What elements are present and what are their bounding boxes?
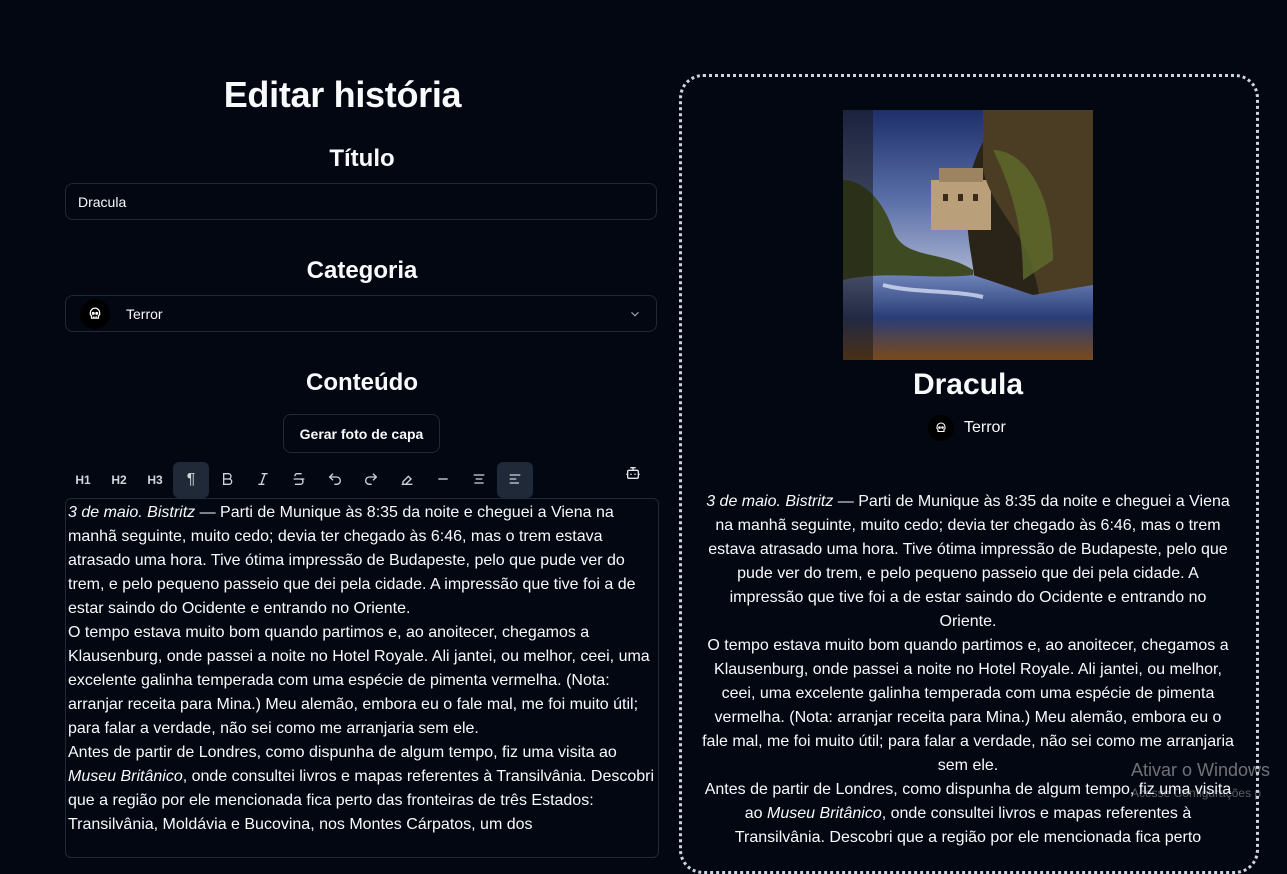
category-selected-label: Terror: [126, 306, 163, 322]
activation-watermark: Ativar o Windows: [1131, 760, 1271, 780]
redo-icon: [363, 471, 379, 490]
editor-paragraph-2: O tempo estava muito bom quando partimos…: [68, 624, 650, 737]
align-center-button[interactable]: [461, 462, 497, 498]
editor-paragraph-1: 3 de maio. Bistritz — Parti de Munique à…: [68, 501, 656, 621]
undo-button[interactable]: [317, 462, 353, 498]
title-label: Título: [329, 145, 395, 172]
redo-button[interactable]: [353, 462, 389, 498]
paragraph-icon: ¶: [186, 471, 196, 488]
heading3-button[interactable]: H3: [137, 462, 173, 498]
align-center-icon: [471, 471, 487, 490]
preview-category: Terror: [928, 414, 1006, 442]
skull-icon: [928, 415, 954, 441]
clear-format-icon: [399, 471, 415, 490]
category-select[interactable]: Terror: [65, 295, 657, 332]
heading1-button[interactable]: H1: [65, 462, 101, 498]
preview-title: Dracula: [912, 368, 1024, 401]
preview-paragraph-2: O tempo estava muito bom quando partimos…: [702, 637, 1234, 774]
skull-icon: [80, 299, 110, 329]
title-field[interactable]: [65, 183, 657, 220]
content-label: Conteúdo: [306, 369, 418, 396]
preview-date-italic: 3 de maio. Bistritz: [706, 493, 834, 510]
editor-toolbar: H1 H2 H3 ¶: [65, 462, 659, 498]
align-left-button[interactable]: [497, 462, 533, 498]
ai-bot-button[interactable]: [615, 456, 651, 492]
editor-paragraph-3: Antes de partir de Londres, como dispunh…: [68, 741, 656, 837]
horizontal-rule-icon: [435, 471, 451, 490]
bold-icon: [219, 471, 235, 490]
page-title: Editar história: [223, 74, 462, 115]
category-label: Categoria: [306, 257, 418, 284]
clear-format-button[interactable]: [389, 462, 425, 498]
horizontal-rule-button[interactable]: [425, 462, 461, 498]
generate-cover-button[interactable]: Gerar foto de capa: [283, 414, 440, 453]
preview-museum-italic: Museu Britânico: [767, 805, 882, 822]
preview-paragraph-1: 3 de maio. Bistritz — Parti de Munique à…: [700, 490, 1236, 634]
strikethrough-button[interactable]: [281, 462, 317, 498]
heading2-button[interactable]: H2: [101, 462, 137, 498]
preview-p1-text: — Parti de Munique às 8:35 da noite e ch…: [708, 493, 1230, 630]
bold-button[interactable]: [209, 462, 245, 498]
paragraph-button[interactable]: ¶: [173, 462, 209, 498]
align-left-icon: [507, 471, 523, 490]
editor-museum-italic: Museu Britânico: [68, 768, 183, 785]
activation-watermark-sub: Acesse Configurações p: [1131, 786, 1262, 800]
undo-icon: [327, 471, 343, 490]
preview-category-label: Terror: [964, 419, 1006, 436]
italic-button[interactable]: [245, 462, 281, 498]
bot-icon: [625, 465, 641, 484]
title-input[interactable]: [66, 184, 656, 219]
italic-icon: [255, 471, 271, 490]
editor-date-italic: 3 de maio. Bistritz: [68, 504, 196, 521]
cover-image: [843, 110, 1093, 360]
chevron-down-icon: [628, 307, 642, 326]
editor-p3-text-a: Antes de partir de Londres, como dispunh…: [68, 744, 617, 761]
content-editor[interactable]: 3 de maio. Bistritz — Parti de Munique à…: [65, 498, 659, 858]
strikethrough-icon: [291, 471, 307, 490]
